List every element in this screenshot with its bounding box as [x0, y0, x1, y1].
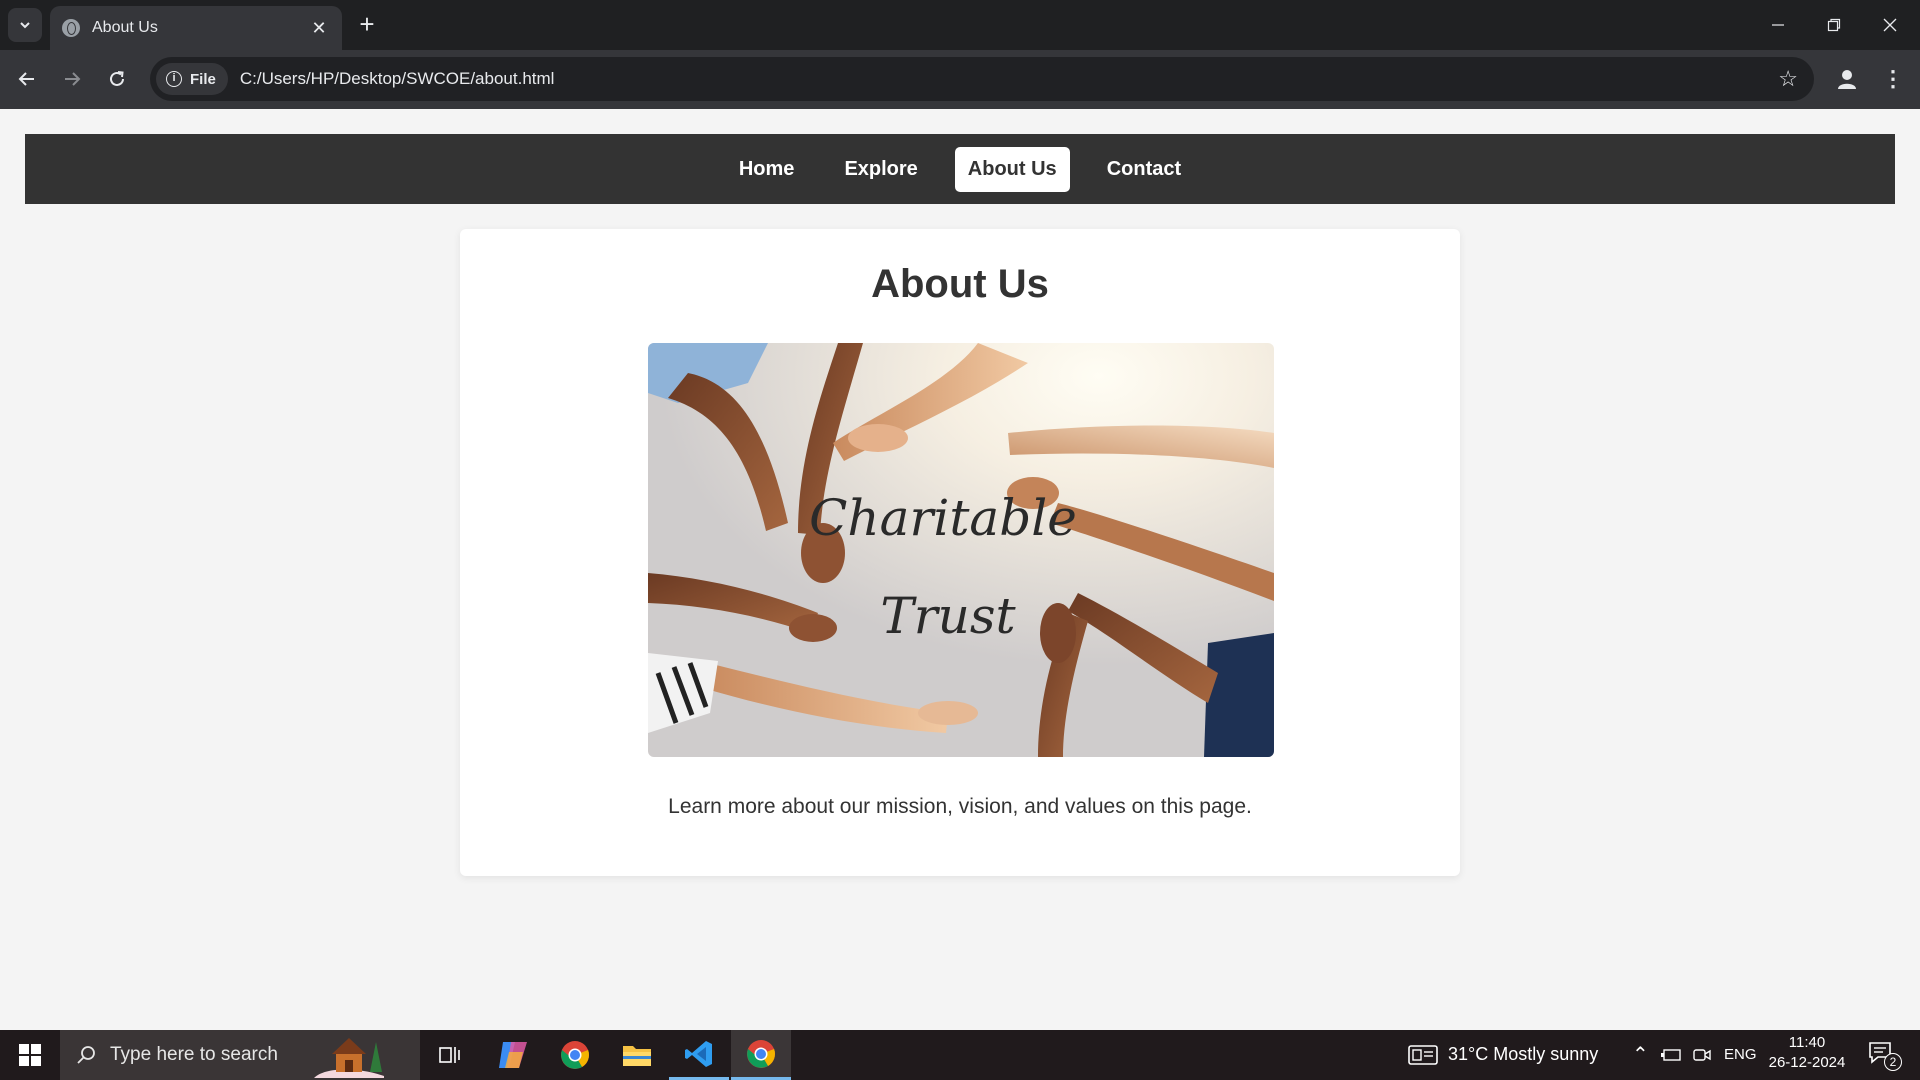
url-text[interactable]: C:/Users/HP/Desktop/SWCOE/about.html: [240, 69, 1778, 89]
person-icon: [1838, 70, 1856, 89]
notifications-button[interactable]: 2: [1866, 1038, 1906, 1072]
tab-search-button[interactable]: [8, 8, 42, 42]
notification-count-badge: 2: [1884, 1053, 1902, 1071]
browser-menu-button[interactable]: ⋮: [1878, 62, 1908, 96]
chevron-down-icon: [20, 22, 30, 29]
holiday-house-icon: [313, 1038, 384, 1078]
nav-explore[interactable]: Explore: [831, 147, 930, 192]
nav-about-us[interactable]: About Us: [954, 146, 1070, 192]
about-paragraph: Learn more about our mission, vision, an…: [668, 795, 1252, 818]
profile-button[interactable]: [1830, 62, 1864, 96]
close-tab-icon[interactable]: ✕: [308, 18, 330, 39]
chrome-icon: [747, 1039, 775, 1068]
new-tab-button[interactable]: +: [352, 10, 382, 40]
taskbar-search-box[interactable]: Type here to search: [60, 1030, 420, 1080]
site-info-chip[interactable]: i File: [156, 63, 228, 95]
copilot-icon: [499, 1042, 527, 1068]
clock-time: 11:40: [1788, 1034, 1826, 1051]
weather-text[interactable]: 31°C Mostly sunny: [1448, 1044, 1598, 1065]
nav-home[interactable]: Home: [726, 147, 808, 192]
vscode-icon: [685, 1040, 712, 1067]
folder-icon: [623, 1046, 651, 1066]
battery-icon[interactable]: [1660, 1047, 1682, 1063]
clock-date: 26-12-2024: [1768, 1054, 1846, 1071]
about-card: About Us Charitable Trust Learn more abo…: [460, 229, 1460, 876]
globe-icon: [62, 19, 80, 37]
clock[interactable]: 11:40 26-12-2024: [1762, 1034, 1852, 1071]
copilot-button[interactable]: [483, 1030, 543, 1080]
arrow-left-icon: [18, 72, 34, 86]
weather-widget-icon[interactable]: [1408, 1044, 1438, 1066]
hero-text-line1: Charitable: [809, 489, 1077, 547]
info-icon: i: [166, 71, 182, 87]
browser-tab-active[interactable]: About Us ✕: [50, 6, 342, 50]
web-page: Home Explore About Us Contact About Us C…: [0, 109, 1920, 1030]
close-window-button[interactable]: [1862, 0, 1918, 50]
task-view-icon: [439, 1047, 460, 1063]
chevron-up-icon[interactable]: ⌃: [1632, 1042, 1649, 1067]
bookmark-star-icon[interactable]: ☆: [1778, 66, 1798, 92]
minimize-button[interactable]: [1750, 0, 1806, 50]
site-info-label: File: [190, 70, 216, 88]
start-button[interactable]: [0, 1030, 60, 1080]
hero-text-line2: Trust: [880, 587, 1016, 645]
minimize-icon: [1772, 24, 1784, 26]
windows-logo-icon: [19, 1044, 41, 1066]
meet-now-icon[interactable]: [1692, 1046, 1712, 1064]
vscode-button[interactable]: [669, 1030, 729, 1080]
chrome-icon: [561, 1041, 589, 1069]
search-icon: [77, 1046, 95, 1064]
arrow-right-icon: [65, 72, 81, 86]
reload-button[interactable]: [100, 62, 134, 96]
restore-icon: [1827, 18, 1841, 32]
page-title: About Us: [871, 262, 1049, 306]
windows-taskbar: Type here to search 31°C Mostly sunny ⌃ …: [0, 1030, 1920, 1080]
chrome-active-button[interactable]: [731, 1030, 791, 1080]
browser-tab-strip: About Us ✕ +: [0, 0, 1920, 50]
file-explorer-button[interactable]: [607, 1030, 667, 1080]
restore-button[interactable]: [1806, 0, 1862, 50]
site-navbar: Home Explore About Us Contact: [25, 134, 1895, 204]
close-icon: [1883, 18, 1897, 32]
nav-contact[interactable]: Contact: [1094, 147, 1194, 192]
chrome-button[interactable]: [545, 1030, 605, 1080]
language-indicator[interactable]: ENG: [1724, 1046, 1757, 1063]
forward-button[interactable]: [55, 62, 89, 96]
search-placeholder: Type here to search: [110, 1044, 278, 1065]
address-bar[interactable]: i File C:/Users/HP/Desktop/SWCOE/about.h…: [150, 57, 1814, 101]
back-button[interactable]: [10, 62, 44, 96]
task-view-button[interactable]: [420, 1030, 480, 1080]
browser-toolbar: i File C:/Users/HP/Desktop/SWCOE/about.h…: [0, 50, 1920, 109]
tab-title: About Us: [92, 19, 158, 36]
charitable-trust-image: Charitable Trust: [648, 343, 1274, 757]
reload-icon: [110, 71, 124, 86]
